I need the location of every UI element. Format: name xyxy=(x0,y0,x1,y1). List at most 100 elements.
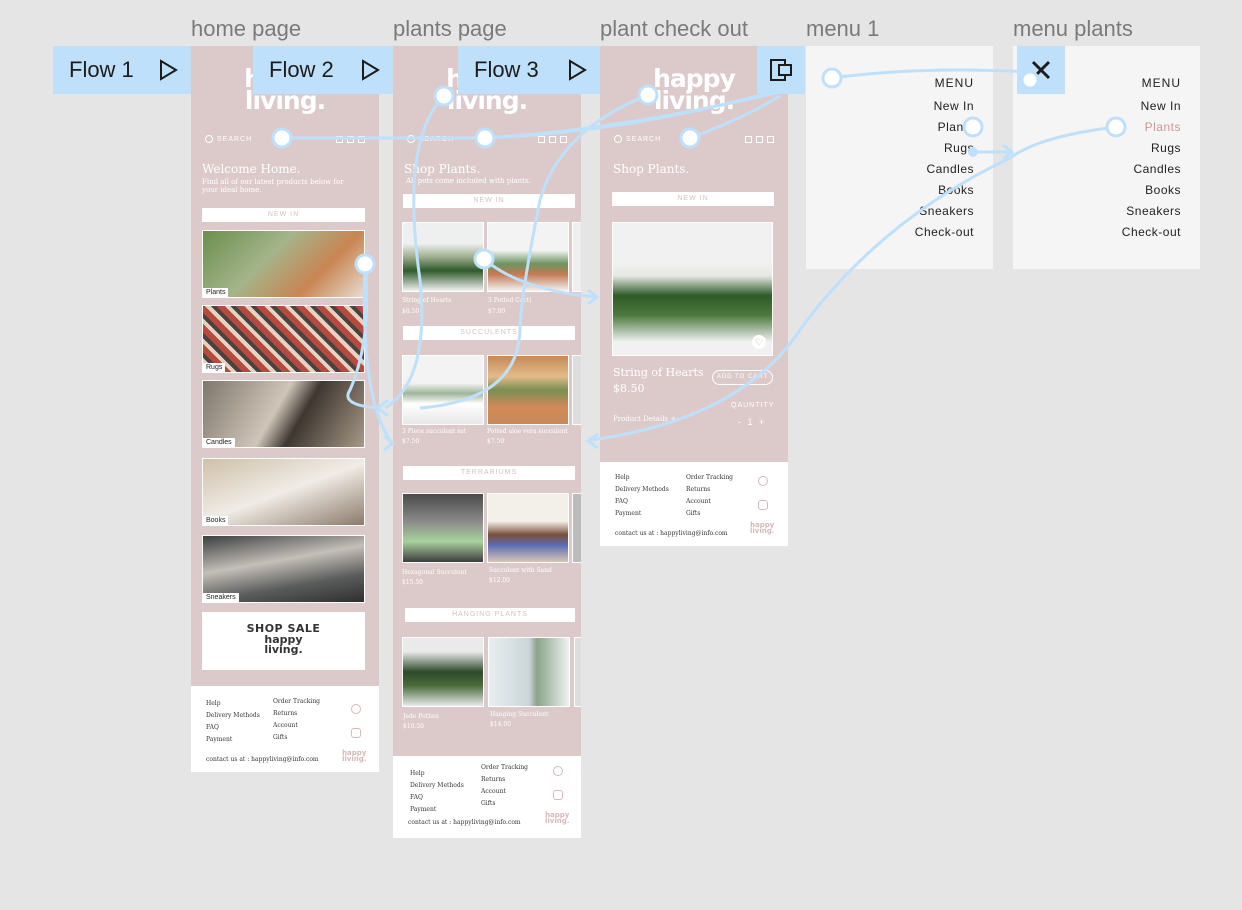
product-card[interactable] xyxy=(402,222,484,292)
product-card[interactable] xyxy=(402,493,484,563)
section-hanging-plants[interactable]: HANGING PLANTS xyxy=(405,608,575,622)
close-icon[interactable] xyxy=(1017,46,1065,94)
frame-title-menu1[interactable]: menu 1 xyxy=(806,16,879,42)
menu-item-candles[interactable]: Candles xyxy=(915,159,974,180)
overlay-icon[interactable] xyxy=(757,46,805,94)
product-name: String of Hearts xyxy=(613,366,704,379)
menu-item-sneakers[interactable]: Sneakers xyxy=(1122,201,1181,222)
shop-sale-banner[interactable]: SHOP SALE happy living. xyxy=(202,612,365,670)
search-icon[interactable] xyxy=(614,135,622,143)
instagram-icon[interactable] xyxy=(758,500,768,510)
heart-icon[interactable] xyxy=(336,135,343,143)
footer-col-1[interactable]: Help Delivery Methods FAQ Payment xyxy=(410,768,464,816)
instagram-icon[interactable] xyxy=(553,790,563,800)
plants-frame[interactable]: happyliving. SEARCH Shop Plants. All pot… xyxy=(393,46,581,838)
section-succulents[interactable]: SUCCULENTS xyxy=(403,326,575,340)
product-price: $8.50 xyxy=(613,382,645,395)
footer-logo: happy living. xyxy=(342,749,367,763)
footer-col-2[interactable]: Order Tracking Returns Account Gifts xyxy=(273,696,320,744)
menu-item-books[interactable]: Books xyxy=(915,180,974,201)
footer-col-1[interactable]: Help Delivery Methods FAQ Payment xyxy=(206,698,260,746)
product-card[interactable] xyxy=(572,222,581,292)
product-card[interactable] xyxy=(572,493,581,563)
search-bar[interactable]: SEARCH xyxy=(614,132,774,146)
section-new-in[interactable]: NEW IN xyxy=(612,192,774,206)
search-icon[interactable] xyxy=(407,135,415,143)
contact-email[interactable]: contact us at : happyliving@info.com xyxy=(615,530,728,537)
category-tile-plants[interactable]: Plants xyxy=(202,230,365,298)
flow-1-button[interactable]: Flow 1 xyxy=(53,46,191,94)
frame-title-menuplants[interactable]: menu plants xyxy=(1013,16,1133,42)
category-tile-candles[interactable]: Candles xyxy=(202,380,365,448)
menu-item-new-in[interactable]: New In xyxy=(915,96,974,117)
page-title: Shop Plants. xyxy=(404,162,481,176)
add-to-cart-button[interactable]: ADD TO CART xyxy=(712,370,773,385)
product-card[interactable] xyxy=(574,637,581,707)
menu-title: MENU xyxy=(934,76,974,90)
footer-logo: happy living. xyxy=(545,811,570,825)
contact-email[interactable]: contact us at : happyliving@info.com xyxy=(408,819,521,826)
menu-item-rugs[interactable]: Rugs xyxy=(915,138,974,159)
flow-3-button[interactable]: Flow 3 xyxy=(458,46,600,94)
footer-col-2[interactable]: Order Tracking Returns Account Gifts xyxy=(686,472,733,520)
page-subtitle: Find all of our latest products below fo… xyxy=(202,178,344,194)
menu-list: New In Plants Rugs Candles Books Sneaker… xyxy=(915,96,974,243)
heart-icon[interactable] xyxy=(538,135,545,143)
product-details-toggle[interactable]: Product Details + xyxy=(613,415,676,423)
instagram-icon[interactable] xyxy=(351,728,361,738)
menu-item-books[interactable]: Books xyxy=(1122,180,1181,201)
menu-item-new-in[interactable]: New In xyxy=(1122,96,1181,117)
menu-item-sneakers[interactable]: Sneakers xyxy=(915,201,974,222)
section-new-in[interactable]: NEW IN xyxy=(403,194,575,208)
sale-logo: happy living. xyxy=(264,633,303,656)
footer-col-1[interactable]: Help Delivery Methods FAQ Payment xyxy=(615,472,669,520)
checkout-frame[interactable]: happy living. SEARCH Shop Plants. NEW IN … xyxy=(600,46,788,546)
contact-email[interactable]: contact us at : happyliving@info.com xyxy=(206,756,319,763)
product-card[interactable] xyxy=(487,355,569,425)
section-new-in[interactable]: NEW IN xyxy=(202,208,365,222)
search-icon[interactable] xyxy=(205,135,213,143)
category-tile-sneakers[interactable]: Sneakers xyxy=(202,535,365,603)
quantity-stepper[interactable]: - 1 + xyxy=(738,417,766,427)
product-card[interactable] xyxy=(488,637,570,707)
page-title: Shop Plants. xyxy=(613,162,690,176)
product-card[interactable] xyxy=(402,637,484,707)
account-icon[interactable] xyxy=(756,135,763,143)
facebook-icon[interactable] xyxy=(553,766,563,776)
frame-title-checkout[interactable]: plant check out xyxy=(600,16,748,42)
category-tile-rugs[interactable]: Rugs xyxy=(202,305,365,373)
menu-item-rugs[interactable]: Rugs xyxy=(1122,138,1181,159)
menu-item-candles[interactable]: Candles xyxy=(1122,159,1181,180)
product-card[interactable] xyxy=(487,222,569,292)
cart-icon[interactable] xyxy=(358,135,365,143)
heart-icon[interactable]: ♡ xyxy=(752,335,766,349)
heart-icon[interactable] xyxy=(745,135,752,143)
home-frame[interactable]: happyliving. SEARCH Welcome Home. Find a… xyxy=(191,46,379,772)
cart-icon[interactable] xyxy=(767,135,774,143)
search-bar[interactable]: SEARCH xyxy=(407,132,567,146)
product-image[interactable]: ♡ xyxy=(612,222,773,356)
product-card[interactable] xyxy=(572,355,581,425)
cart-icon[interactable] xyxy=(560,135,567,143)
menu-item-checkout[interactable]: Check-out xyxy=(1122,222,1181,243)
footer: Help Delivery Methods FAQ Payment Order Tra… xyxy=(393,756,581,838)
facebook-icon[interactable] xyxy=(351,704,361,714)
product-card[interactable] xyxy=(487,493,569,563)
frame-title-home[interactable]: home page xyxy=(191,16,301,42)
flow-2-button[interactable]: Flow 2 xyxy=(253,46,393,94)
footer-logo: happy living. xyxy=(750,521,775,535)
menu1-frame[interactable]: MENU New In Plants Rugs Candles Books Sn… xyxy=(806,46,993,269)
account-icon[interactable] xyxy=(347,135,354,143)
footer-col-2[interactable]: Order Tracking Returns Account Gifts xyxy=(481,762,528,810)
footer: Help Delivery Methods FAQ Payment Order Tra… xyxy=(191,686,379,772)
category-tile-books[interactable]: Books xyxy=(202,458,365,526)
menu-item-plants[interactable]: Plants xyxy=(915,117,974,138)
section-terrariums[interactable]: TERRARIUMS xyxy=(403,466,575,480)
menu-item-plants[interactable]: Plants xyxy=(1122,117,1181,138)
frame-title-plants[interactable]: plants page xyxy=(393,16,507,42)
account-icon[interactable] xyxy=(549,135,556,143)
menu-item-checkout[interactable]: Check-out xyxy=(915,222,974,243)
product-card[interactable] xyxy=(402,355,484,425)
search-bar[interactable]: SEARCH xyxy=(205,132,365,146)
facebook-icon[interactable] xyxy=(758,476,768,486)
